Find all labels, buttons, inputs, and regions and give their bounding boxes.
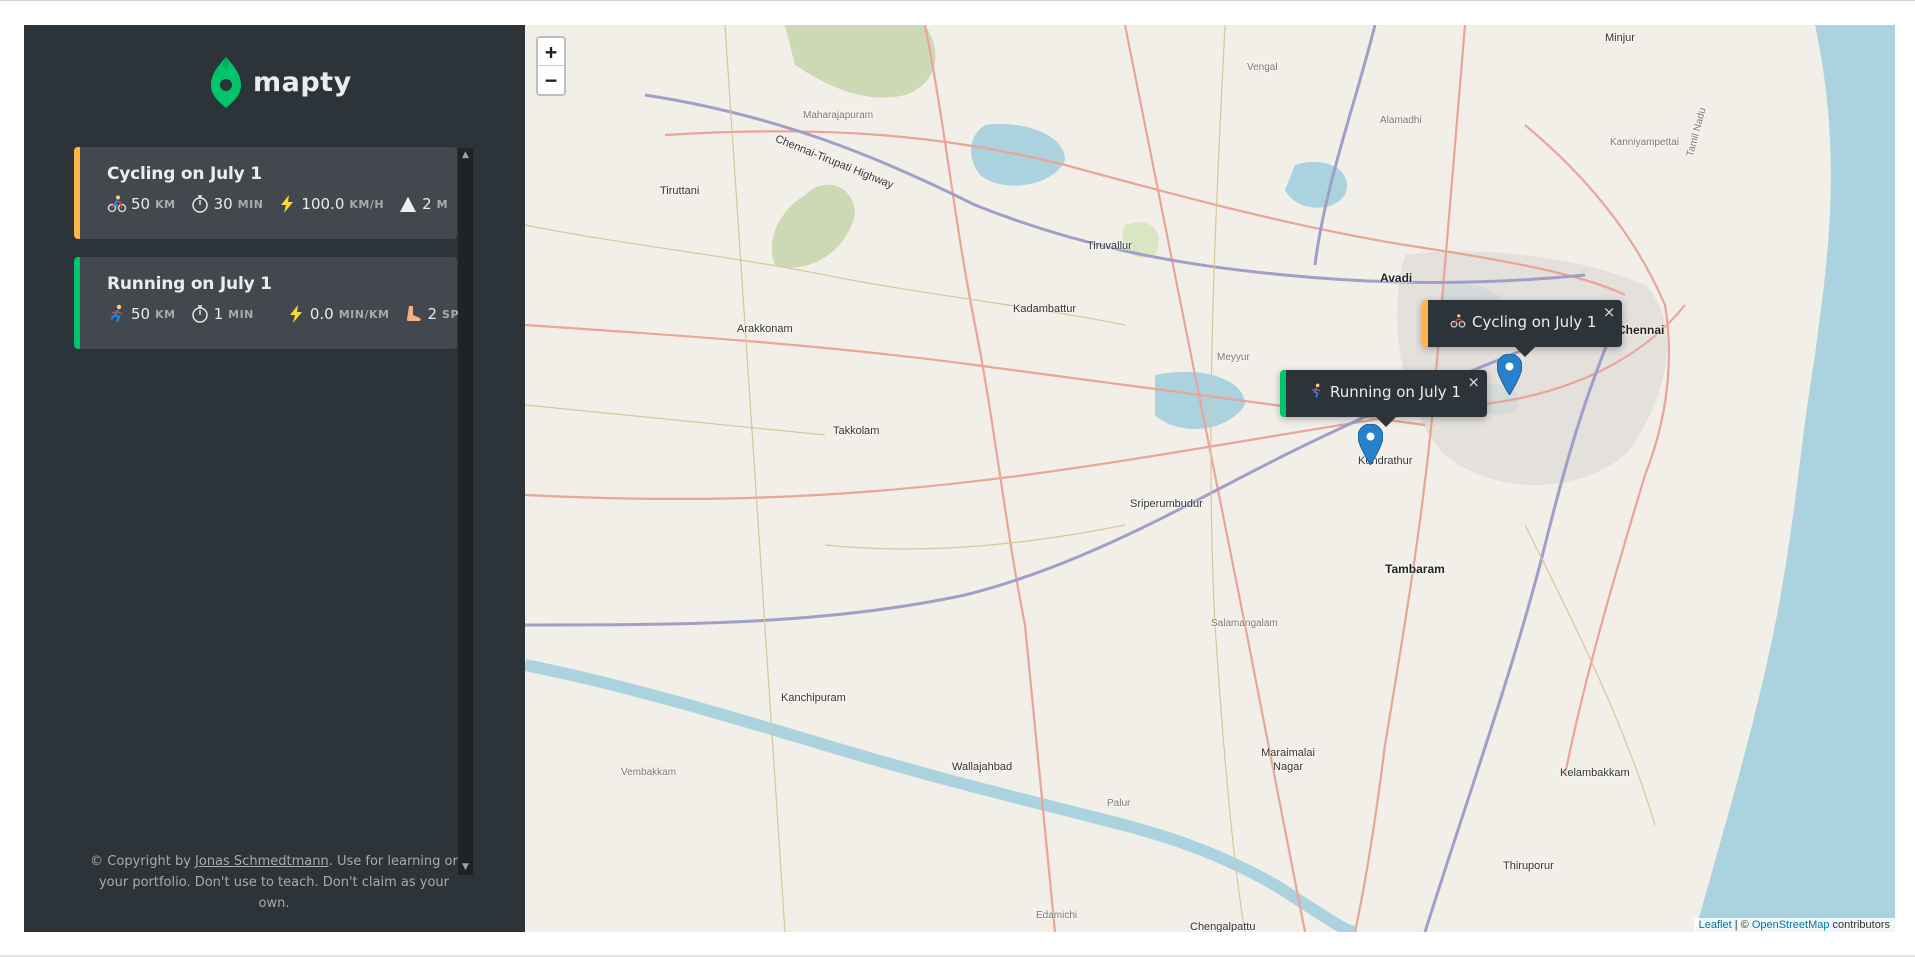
cyclist-icon: [107, 195, 127, 213]
place-label: Kanniyampettai: [1610, 137, 1679, 148]
workout-details: 50 km 1 min: [107, 304, 470, 324]
place-label: Vengal: [1247, 62, 1278, 73]
map-attribution: Leaflet | © OpenStreetMap contributors: [1693, 918, 1895, 932]
place-label: Tambaram: [1385, 562, 1445, 576]
place-label: Edamichi: [1036, 910, 1078, 921]
workout-list-scrollbar[interactable]: ▲ ▼: [458, 148, 473, 875]
detail-unit: km: [155, 197, 176, 211]
workout-details: 50 km 30 min: [107, 194, 457, 214]
mountain-icon: [400, 197, 417, 212]
zoom-in-button[interactable]: +: [538, 38, 564, 66]
detail-value: 0.0: [309, 305, 334, 323]
place-label: Vembakkam: [621, 767, 677, 778]
place-label: Wallajahbad: [952, 761, 1013, 773]
detail-unit: min: [237, 197, 264, 211]
workout-popup-cycling[interactable]: Cycling on July 1 ×: [1422, 300, 1623, 357]
leaflet-link[interactable]: Leaflet: [1699, 919, 1732, 931]
runner-icon: [110, 304, 123, 323]
map-tiles: [525, 25, 1895, 932]
place-label: Thiruporur: [1503, 860, 1554, 872]
detail-value: 2: [422, 195, 432, 213]
detail-unit: m: [436, 197, 449, 211]
scroll-up-arrow-icon[interactable]: ▲: [458, 148, 473, 163]
place-label: Alamadhi: [1380, 115, 1422, 126]
stopwatch-icon: [191, 195, 208, 213]
map-marker-icon[interactable]: [1358, 424, 1383, 465]
attribution-separator: | ©: [1731, 919, 1752, 931]
attribution-tail: contributors: [1829, 919, 1890, 931]
detail-pace: 0.0 min/km: [286, 304, 390, 324]
place-label: Kanchipuram: [781, 692, 846, 704]
detail-value: 2: [427, 305, 438, 323]
workout-card-running[interactable]: Running on July 1 50 km: [74, 257, 470, 349]
workout-list: Cycling on July 1 50 km: [74, 147, 470, 367]
detail-value: 30: [213, 195, 233, 213]
detail-elevation: 2 m: [398, 194, 448, 214]
cyclist-icon: [1450, 314, 1466, 328]
copyright-notice: © Copyright by Jonas Schmedtmann. Use fo…: [84, 851, 464, 914]
popup-close-icon[interactable]: ×: [1603, 303, 1616, 321]
place-label: Meyyur: [1217, 352, 1250, 363]
popup-label: Cycling on July 1: [1472, 313, 1597, 331]
openstreetmap-link[interactable]: OpenStreetMap: [1752, 919, 1830, 931]
workout-popup-running[interactable]: Running on July 1 ×: [1280, 370, 1487, 427]
detail-unit: min/km: [338, 307, 390, 321]
place-label: Sriperumbudur: [1130, 498, 1203, 510]
author-link[interactable]: Jonas Schmedtmann: [195, 854, 329, 869]
foot-icon: [407, 306, 422, 321]
detail-value: 1: [213, 305, 224, 323]
detail-unit: min: [228, 307, 254, 321]
lightning-icon: [289, 305, 302, 323]
place-label: Tiruttani: [660, 185, 700, 197]
map[interactable]: Minjur Vengal Maharajapuram Chennai-Tiru…: [525, 25, 1895, 932]
detail-unit: km/h: [349, 197, 385, 211]
place-label: Kadambattur: [1013, 303, 1076, 315]
place-label: Takkolam: [833, 425, 880, 437]
place-label: Tiruvallur: [1087, 240, 1132, 252]
workout-card-cycling[interactable]: Cycling on July 1 50 km: [74, 147, 457, 239]
detail-unit: km: [155, 307, 176, 321]
sidebar: mapty Cycling on July 1 50 km: [24, 25, 525, 932]
place-label: Kelambakkam: [1560, 767, 1630, 779]
logo: mapty: [209, 55, 352, 109]
detail-speed: 100.0 km/h: [277, 194, 384, 214]
workout-title: Cycling on July 1: [107, 164, 262, 184]
place-label: Avadi: [1380, 271, 1413, 285]
popup-label: Running on July 1: [1330, 383, 1461, 401]
place-label: Chengalpattu: [1190, 921, 1256, 932]
map-pin-logo-icon: [211, 57, 241, 108]
detail-value: 50: [131, 195, 151, 213]
place-label: Minjur: [1605, 32, 1635, 44]
place-label: Maharajapuram: [803, 110, 874, 121]
runner-icon: [1311, 383, 1321, 398]
detail-distance: 50 km: [107, 194, 176, 214]
lightning-icon: [281, 195, 294, 213]
place-label: Salamangalam: [1211, 618, 1278, 629]
zoom-out-button[interactable]: −: [538, 66, 564, 94]
place-label: Palur: [1107, 798, 1131, 809]
workout-title: Running on July 1: [107, 274, 272, 294]
map-marker-icon[interactable]: [1497, 354, 1522, 395]
stopwatch-icon: [191, 305, 208, 323]
place-label: Maraimalai Nagar: [1261, 747, 1315, 773]
app-name: mapty: [253, 66, 352, 98]
detail-duration: 1 min: [190, 304, 254, 324]
detail-duration: 30 min: [190, 194, 264, 214]
place-label: Chennai: [1617, 323, 1665, 337]
popup-close-icon[interactable]: ×: [1467, 373, 1480, 391]
detail-value: 100.0: [301, 195, 345, 213]
place-label: Arakkonam: [737, 323, 793, 335]
app-frame: mapty Cycling on July 1 50 km: [24, 25, 1895, 932]
detail-value: 50: [131, 305, 151, 323]
window-top-border: [0, 0, 1915, 1]
detail-distance: 50 km: [107, 304, 176, 324]
zoom-control: + −: [536, 36, 566, 96]
copyright-prefix: © Copyright by: [90, 854, 196, 869]
